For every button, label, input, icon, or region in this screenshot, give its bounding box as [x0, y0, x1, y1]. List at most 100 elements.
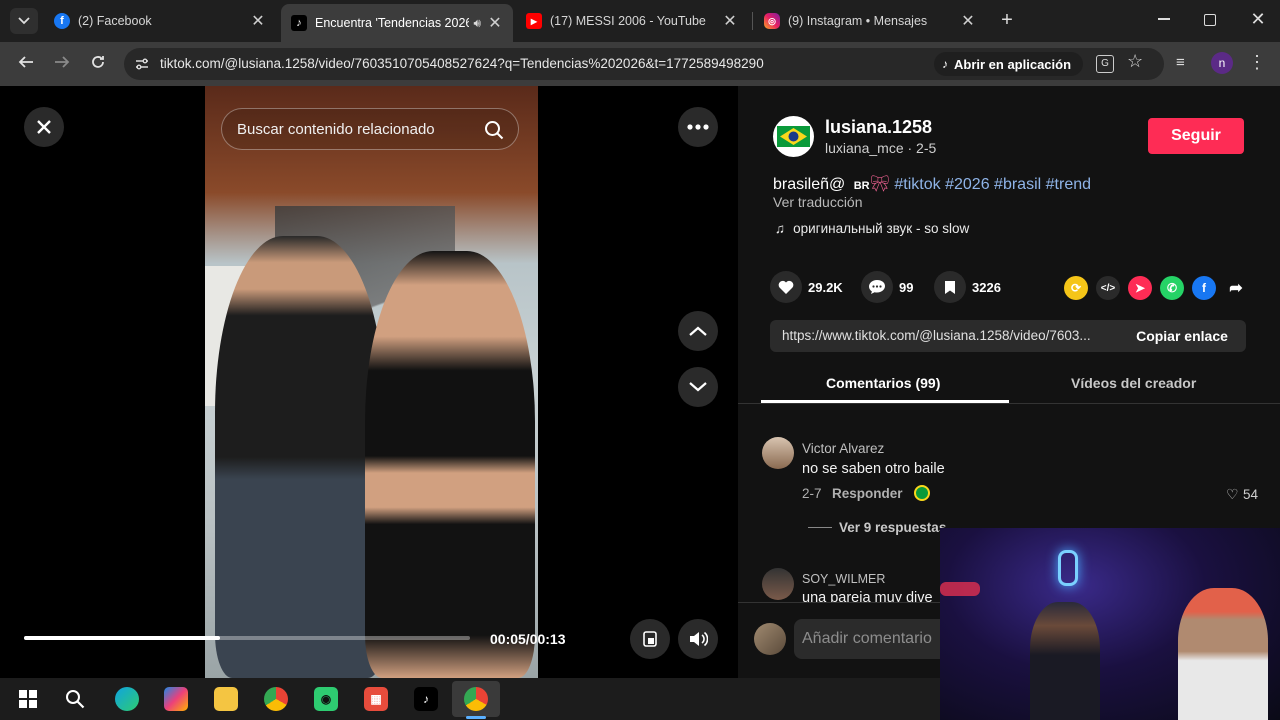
comment-author[interactable]: Victor Alvarez — [802, 441, 884, 456]
person-left — [215, 236, 385, 678]
hashtag-link[interactable]: #2026 — [945, 176, 990, 193]
chrome-icon[interactable] — [264, 687, 288, 711]
reply-button[interactable]: Responder — [832, 486, 903, 501]
comment-avatar[interactable] — [762, 437, 794, 469]
close-icon[interactable]: ✕ — [487, 13, 503, 33]
close-icon[interactable]: ✕ — [722, 11, 738, 31]
copy-link-button[interactable]: Copiar enlace — [1118, 320, 1246, 352]
tab-youtube[interactable]: ▶ (17) MESSI 2006 - YouTube ✕ — [516, 6, 748, 36]
hashtag-link[interactable]: #tiktok — [894, 176, 940, 193]
tiktok-icon[interactable]: ♪ — [414, 687, 438, 711]
hashtag-link[interactable]: #brasil — [994, 176, 1041, 193]
send-icon[interactable]: ➤ — [1128, 276, 1152, 300]
comment-icon[interactable] — [861, 271, 893, 303]
embed-icon[interactable]: </> — [1096, 276, 1120, 300]
close-icon[interactable]: ✕ — [250, 11, 266, 31]
address-bar[interactable]: tiktok.com/@lusiana.1258/video/760351070… — [124, 48, 1164, 80]
facebook-icon: f — [54, 13, 70, 29]
save-stat[interactable]: 3226 — [934, 271, 1001, 303]
like-stat[interactable]: 29.2K — [770, 271, 843, 303]
app-icon[interactable]: ◉ — [314, 687, 338, 711]
avatar — [754, 623, 786, 655]
comment-author[interactable]: SOY_WILMER — [802, 572, 885, 586]
chevron-down-icon — [18, 17, 30, 25]
chevron-down-icon — [689, 382, 707, 392]
comment-count: 99 — [899, 279, 914, 295]
share-link-text[interactable]: https://www.tiktok.com/@lusiana.1258/vid… — [782, 328, 1091, 343]
see-translation-link[interactable]: Ver traducción — [773, 194, 863, 210]
author-avatar[interactable] — [773, 116, 814, 157]
copilot-icon[interactable] — [164, 687, 188, 711]
comment-stat[interactable]: 99 — [861, 271, 913, 303]
instagram-icon: ◎ — [764, 13, 780, 29]
related-search-input[interactable]: Buscar contenido relacionado — [221, 108, 519, 150]
search-icon[interactable] — [63, 687, 87, 711]
like-count: 29.2K — [808, 279, 843, 295]
facebook-share-icon[interactable]: f — [1192, 276, 1216, 300]
follow-button[interactable]: Seguir — [1148, 118, 1244, 154]
close-icon — [37, 120, 51, 134]
tab-comments[interactable]: Comentarios (99) — [826, 375, 940, 391]
video-player[interactable] — [205, 86, 538, 678]
video-progress-bar[interactable] — [24, 636, 470, 640]
volume-button[interactable] — [678, 619, 718, 659]
tab-tiktok[interactable]: ♪ Encuentra 'Tendencias 2026 🔊︎ ✕ — [281, 4, 513, 42]
previous-video-button[interactable] — [678, 311, 718, 351]
more-icon — [687, 124, 709, 130]
media-controls-icon[interactable]: ≡ — [1176, 54, 1194, 72]
webcam-overlay — [940, 528, 1280, 720]
close-window-button[interactable]: ✕ — [1248, 9, 1268, 31]
more-options-button[interactable] — [678, 107, 718, 147]
bookmark-icon[interactable] — [934, 271, 966, 303]
forward-button[interactable] — [50, 52, 74, 76]
search-placeholder: Buscar contenido relacionado — [237, 121, 435, 138]
author-username[interactable]: lusiana.1258 — [825, 117, 932, 138]
site-info-icon[interactable] — [134, 56, 150, 72]
view-replies-button[interactable]: Ver 9 respuestas — [839, 520, 946, 535]
share-link-field[interactable]: https://www.tiktok.com/@lusiana.1258/vid… — [770, 320, 1246, 352]
calendar-icon[interactable]: ▦ — [364, 687, 388, 711]
bookmark-star-icon[interactable]: ☆ — [1127, 51, 1143, 72]
edge-icon[interactable] — [115, 687, 139, 711]
comment-placeholder: Añadir comentario — [802, 630, 932, 647]
person-right — [365, 251, 535, 678]
tab-title: (17) MESSI 2006 - YouTube — [550, 14, 706, 28]
menu-kebab-icon[interactable]: ⋮ — [1248, 52, 1266, 74]
music-link[interactable]: ♫ оригинальный звук - so slow — [775, 221, 969, 236]
speaker-icon[interactable]: 🔊︎ — [473, 16, 481, 31]
url-text[interactable]: tiktok.com/@lusiana.1258/video/760351070… — [160, 56, 764, 71]
heart-outline-icon[interactable]: ♡ — [1226, 486, 1239, 503]
translate-icon[interactable]: G — [1096, 55, 1114, 73]
tab-facebook[interactable]: f (2) Facebook ✕ — [44, 6, 276, 36]
light-shape — [940, 582, 980, 596]
new-tab-button[interactable]: + — [996, 9, 1018, 31]
tab-creator-videos[interactable]: Vídeos del creador — [1071, 375, 1196, 391]
hashtag-link[interactable]: #trend — [1046, 176, 1091, 193]
share-arrow-icon[interactable]: ➦ — [1224, 276, 1248, 300]
reload-button[interactable] — [86, 52, 110, 76]
tab-title: (2) Facebook — [78, 14, 152, 28]
whatsapp-icon[interactable]: ✆ — [1160, 276, 1184, 300]
tab-instagram[interactable]: ◎ (9) Instagram • Mensajes ✕ — [754, 6, 986, 36]
next-video-button[interactable] — [678, 367, 718, 407]
repost-icon[interactable]: ⟳ — [1064, 276, 1088, 300]
back-button[interactable] — [14, 52, 38, 76]
chrome-profile-icon[interactable] — [464, 687, 488, 711]
search-icon[interactable] — [484, 120, 504, 140]
windows-start-icon[interactable] — [16, 687, 40, 711]
close-video-button[interactable] — [24, 107, 64, 147]
bow-icon: 🎀︎ — [869, 176, 890, 193]
open-in-app-button[interactable]: ♪ Abrir en aplicación — [934, 52, 1084, 76]
file-explorer-icon[interactable] — [214, 687, 238, 711]
avatar[interactable]: n — [1211, 52, 1233, 74]
country-badge: BR — [853, 180, 870, 192]
tab-search-button[interactable] — [10, 8, 38, 34]
author-handle: luxiana_mce · 2-5 — [825, 140, 937, 156]
video-progress-fill — [24, 636, 221, 640]
heart-icon[interactable] — [770, 271, 802, 303]
minimize-button[interactable] — [1158, 18, 1170, 20]
restore-button[interactable] — [1204, 14, 1216, 26]
comment-avatar[interactable] — [762, 568, 794, 600]
close-icon[interactable]: ✕ — [960, 11, 976, 31]
floating-player-button[interactable] — [630, 619, 670, 659]
